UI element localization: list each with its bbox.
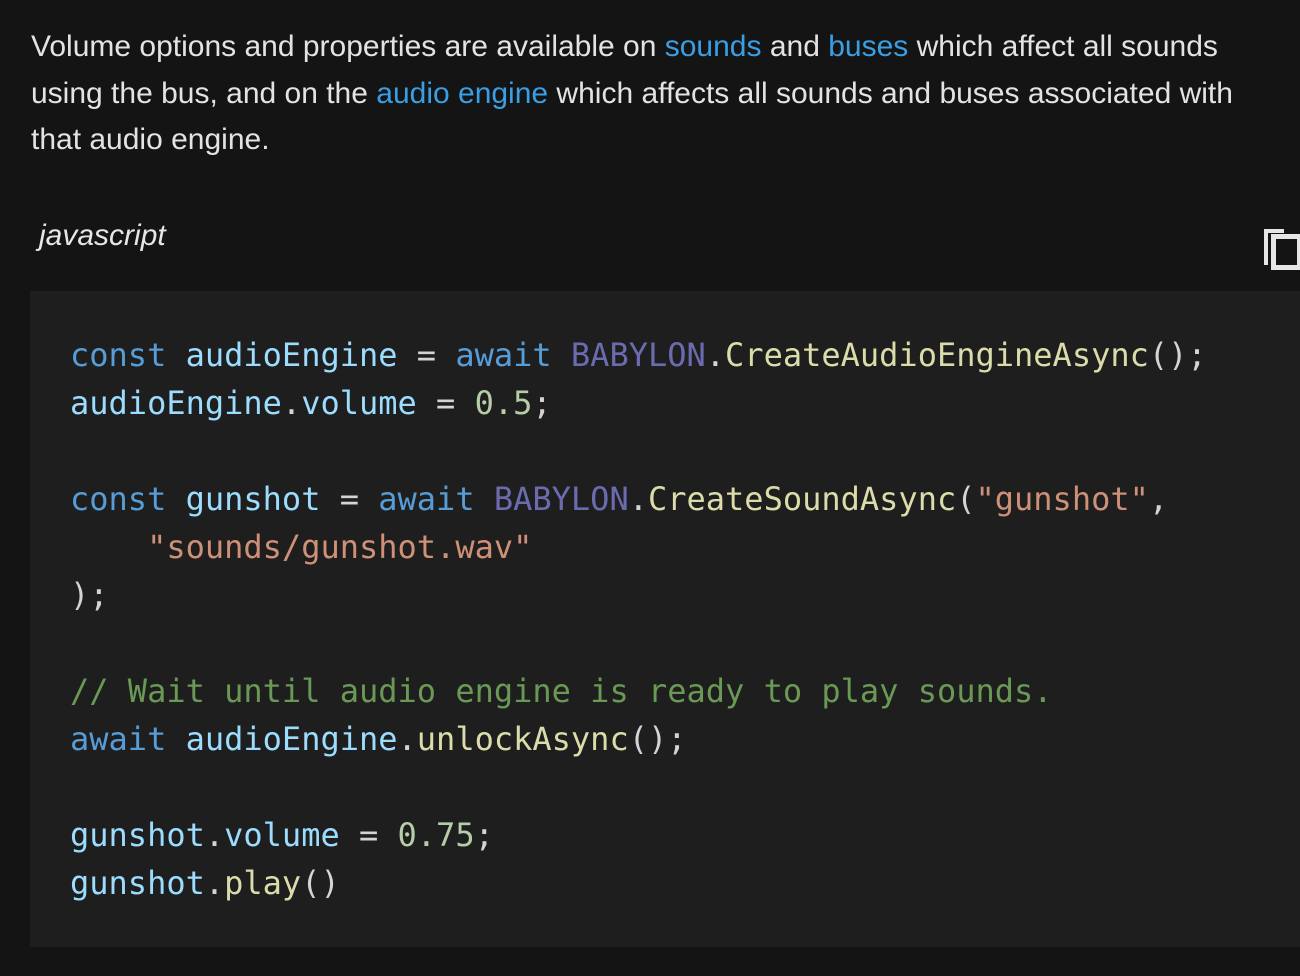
code-token: . — [204, 864, 225, 902]
code-token: = — [339, 816, 398, 854]
code-token: const — [70, 336, 167, 374]
intro-paragraph: Volume options and properties are availa… — [31, 24, 1271, 164]
code-token: await — [455, 336, 552, 374]
code-token: ; — [532, 384, 552, 422]
code-token: = — [397, 336, 456, 374]
code-token: () — [301, 864, 340, 902]
code-token: CreateSoundAsync — [647, 480, 957, 518]
code-token: = — [416, 384, 475, 422]
code-token: gunshot — [70, 816, 205, 854]
code-token: play — [224, 864, 302, 902]
code-token: . — [397, 720, 417, 758]
code-token: . — [204, 816, 225, 854]
code-line: "sounds/gunshot.wav" — [70, 523, 1207, 571]
code-token: await — [378, 480, 475, 518]
code-token: await — [70, 720, 167, 758]
code-line: // Wait until audio engine is ready to p… — [70, 667, 1207, 715]
code-token: volume — [224, 816, 340, 854]
code-token: unlockAsync — [416, 720, 629, 758]
code-token: 0.5 — [474, 384, 533, 422]
code-token: // Wait until audio engine is ready to p… — [70, 672, 1053, 710]
code-token: CreateAudioEngineAsync — [725, 336, 1149, 374]
code-token: . — [705, 336, 726, 374]
code-line: const gunshot = await BABYLON.CreateSoun… — [70, 475, 1207, 523]
code-token: ); — [70, 576, 109, 614]
buses-link[interactable]: buses — [828, 30, 908, 63]
code-token: . — [628, 480, 648, 518]
code-token: volume — [301, 384, 417, 422]
code-token: BABYLON — [493, 480, 629, 518]
code-token: audioEngine — [185, 336, 398, 374]
code-block: const audioEngine = await BABYLON.Create… — [30, 291, 1300, 947]
code-line: audioEngine.volume = 0.5; — [70, 379, 1207, 427]
copy-icon — [1264, 229, 1300, 270]
code-token: BABYLON — [570, 336, 706, 374]
code-line: const audioEngine = await BABYLON.Create… — [70, 331, 1207, 379]
code-token: (); — [1148, 336, 1207, 374]
audio-engine-link[interactable]: audio engine — [376, 77, 548, 110]
code-token: const — [70, 480, 167, 518]
intro-text-1: Volume options and properties are availa… — [31, 30, 665, 63]
code-token: audioEngine — [185, 720, 398, 758]
code-content: const audioEngine = await BABYLON.Create… — [70, 331, 1207, 907]
code-line: ); — [70, 571, 1207, 619]
code-line: gunshot.volume = 0.75; — [70, 811, 1207, 859]
code-line: await audioEngine.unlockAsync(); — [70, 715, 1207, 763]
copy-code-button[interactable] — [1260, 224, 1300, 274]
code-token: "sounds/gunshot.wav" — [147, 528, 533, 566]
code-token: gunshot — [185, 480, 321, 518]
code-token: , — [1148, 480, 1169, 518]
code-token: ; — [474, 816, 494, 854]
code-token: (); — [628, 720, 687, 758]
code-token: audioEngine — [70, 384, 282, 422]
code-token: gunshot — [70, 864, 205, 902]
sounds-link[interactable]: sounds — [665, 30, 762, 63]
code-token: ( — [956, 480, 976, 518]
code-token: = — [320, 480, 379, 518]
code-token: "gunshot" — [975, 480, 1149, 518]
code-line: gunshot.play() — [70, 859, 1207, 907]
code-token: . — [281, 384, 302, 422]
code-token: 0.75 — [397, 816, 475, 854]
intro-text-2: and — [761, 30, 829, 63]
code-language-label: javascript — [39, 219, 166, 252]
